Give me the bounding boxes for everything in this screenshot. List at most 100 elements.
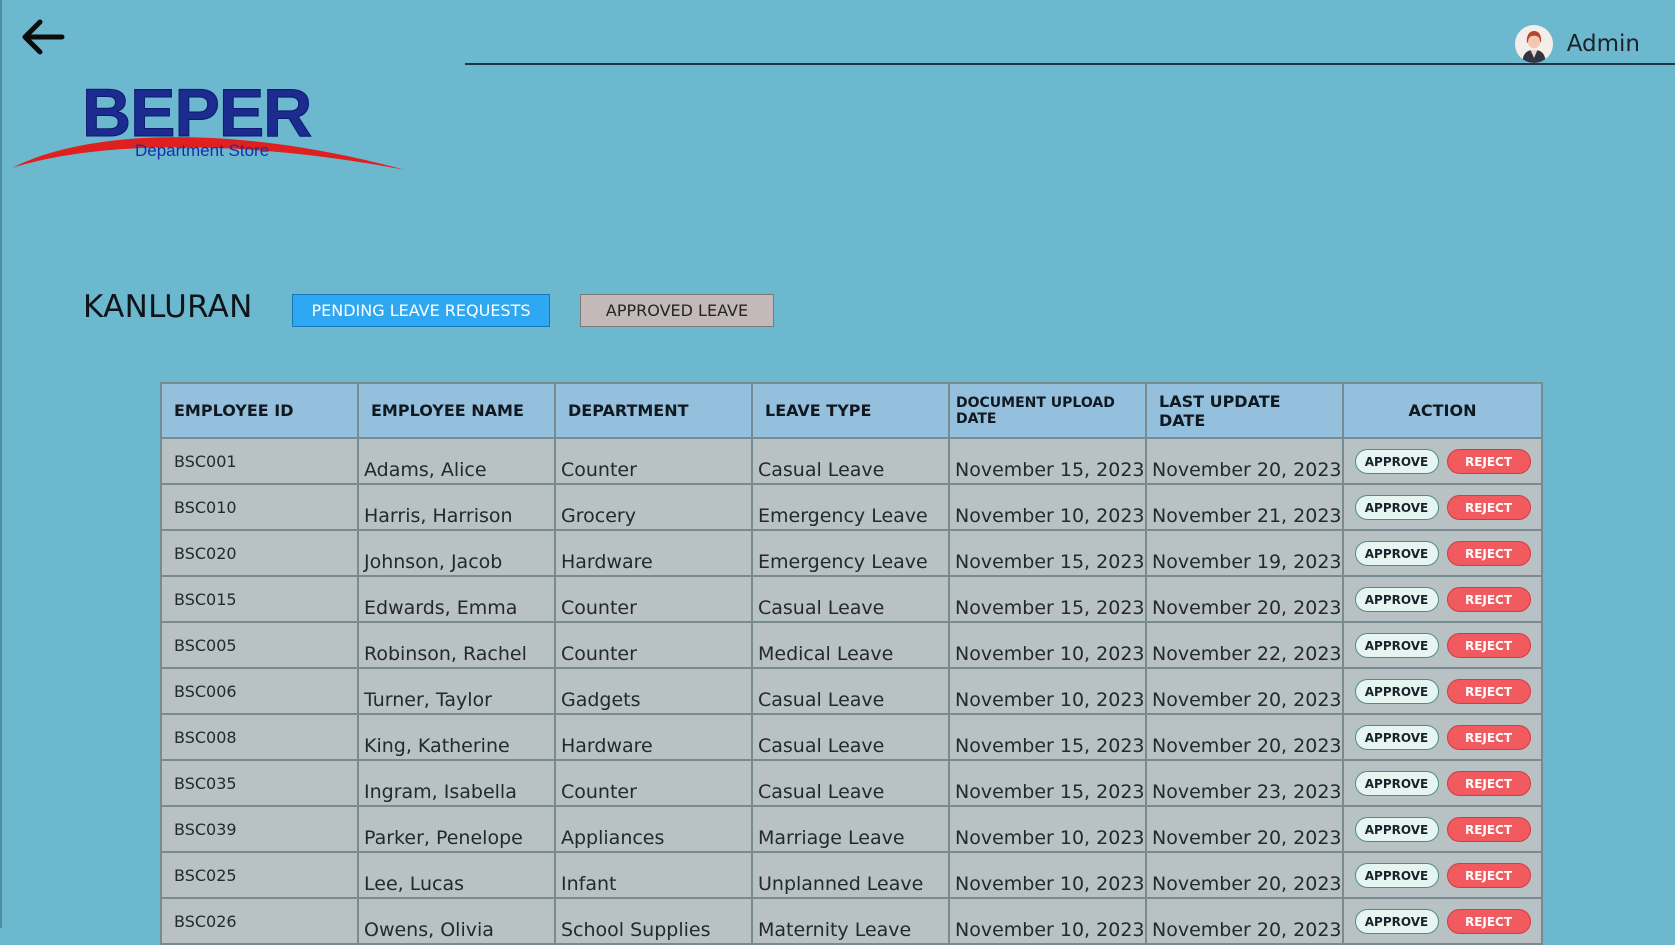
- department-cell: Counter: [554, 621, 753, 669]
- approve-button[interactable]: APPROVE: [1354, 770, 1439, 796]
- table-row: BSC001 Adams, Alice Counter Casual Leave…: [160, 437, 1543, 485]
- action-cell: APPROVE REJECT: [1342, 575, 1543, 623]
- department-cell: School Supplies: [554, 897, 753, 945]
- employee-id-cell: BSC039: [160, 805, 359, 853]
- department-cell: Grocery: [554, 483, 753, 531]
- upload-date-cell: November 10, 2023: [948, 805, 1147, 853]
- employee-name-cell: Adams, Alice: [357, 437, 556, 485]
- action-cell: APPROVE REJECT: [1342, 759, 1543, 807]
- tab-approved-leave[interactable]: APPROVED LEAVE: [580, 294, 774, 327]
- employee-name-cell: Edwards, Emma: [357, 575, 556, 623]
- reject-button[interactable]: REJECT: [1446, 678, 1531, 704]
- reject-button[interactable]: REJECT: [1446, 862, 1531, 888]
- approve-button[interactable]: APPROVE: [1354, 632, 1439, 658]
- leave-type-cell: Casual Leave: [751, 667, 950, 715]
- employee-name-cell: Turner, Taylor: [357, 667, 556, 715]
- table-row: BSC039 Parker, Penelope Appliances Marri…: [160, 805, 1543, 853]
- table-header-row: EMPLOYEE ID EMPLOYEE NAME DEPARTMENT LEA…: [160, 382, 1543, 439]
- upload-date-cell: November 15, 2023: [948, 575, 1147, 623]
- reject-button[interactable]: REJECT: [1446, 770, 1531, 796]
- user-menu[interactable]: Admin: [1514, 24, 1640, 64]
- table-row: BSC015 Edwards, Emma Counter Casual Leav…: [160, 575, 1543, 623]
- header-document-upload-date: DOCUMENT UPLOAD DATE: [948, 382, 1147, 439]
- reject-button[interactable]: REJECT: [1446, 816, 1531, 842]
- header-last-update-date: LAST UPDATE DATE: [1145, 382, 1344, 439]
- upload-date-cell: November 15, 2023: [948, 437, 1147, 485]
- reject-button[interactable]: REJECT: [1446, 724, 1531, 750]
- last-update-cell: November 20, 2023: [1145, 575, 1344, 623]
- header-divider: [465, 63, 1675, 65]
- leave-type-cell: Medical Leave: [751, 621, 950, 669]
- employee-id-cell: BSC010: [160, 483, 359, 531]
- last-update-cell: November 20, 2023: [1145, 667, 1344, 715]
- upload-date-cell: November 15, 2023: [948, 759, 1147, 807]
- last-update-cell: November 19, 2023: [1145, 529, 1344, 577]
- reject-button[interactable]: REJECT: [1446, 448, 1531, 474]
- upload-date-cell: November 15, 2023: [948, 713, 1147, 761]
- leave-type-cell: Casual Leave: [751, 713, 950, 761]
- employee-id-cell: BSC008: [160, 713, 359, 761]
- employee-id-cell: BSC006: [160, 667, 359, 715]
- leave-type-cell: Casual Leave: [751, 437, 950, 485]
- employee-id-cell: BSC001: [160, 437, 359, 485]
- approve-button[interactable]: APPROVE: [1354, 724, 1439, 750]
- header-action: ACTION: [1342, 382, 1543, 439]
- last-update-cell: November 20, 2023: [1145, 437, 1344, 485]
- header-leave-type: LEAVE TYPE: [751, 382, 950, 439]
- reject-button[interactable]: REJECT: [1446, 540, 1531, 566]
- action-cell: APPROVE REJECT: [1342, 851, 1543, 899]
- table-row: BSC005 Robinson, Rachel Counter Medical …: [160, 621, 1543, 669]
- action-cell: APPROVE REJECT: [1342, 667, 1543, 715]
- employee-id-cell: BSC026: [160, 897, 359, 945]
- table-row: BSC035 Ingram, Isabella Counter Casual L…: [160, 759, 1543, 807]
- back-button[interactable]: [18, 14, 68, 60]
- department-cell: Counter: [554, 437, 753, 485]
- tab-pending-leave-requests[interactable]: PENDING LEAVE REQUESTS: [292, 294, 550, 327]
- employee-name-cell: Harris, Harrison: [357, 483, 556, 531]
- upload-date-cell: November 10, 2023: [948, 851, 1147, 899]
- action-cell: APPROVE REJECT: [1342, 483, 1543, 531]
- approve-button[interactable]: APPROVE: [1354, 908, 1439, 934]
- approve-button[interactable]: APPROVE: [1354, 494, 1439, 520]
- employee-name-cell: Owens, Olivia: [357, 897, 556, 945]
- last-update-cell: November 21, 2023: [1145, 483, 1344, 531]
- reject-button[interactable]: REJECT: [1446, 586, 1531, 612]
- approve-button[interactable]: APPROVE: [1354, 678, 1439, 704]
- approve-button[interactable]: APPROVE: [1354, 540, 1439, 566]
- last-update-cell: November 20, 2023: [1145, 805, 1344, 853]
- last-update-cell: November 20, 2023: [1145, 713, 1344, 761]
- branch-title: KANLURAN: [83, 289, 253, 325]
- approve-button[interactable]: APPROVE: [1354, 448, 1439, 474]
- upload-date-cell: November 10, 2023: [948, 897, 1147, 945]
- back-arrow-icon: [22, 19, 65, 55]
- employee-id-cell: BSC025: [160, 851, 359, 899]
- action-cell: APPROVE REJECT: [1342, 713, 1543, 761]
- employee-id-cell: BSC035: [160, 759, 359, 807]
- approve-button[interactable]: APPROVE: [1354, 862, 1439, 888]
- employee-name-cell: Lee, Lucas: [357, 851, 556, 899]
- employee-id-cell: BSC020: [160, 529, 359, 577]
- department-cell: Gadgets: [554, 667, 753, 715]
- department-cell: Counter: [554, 575, 753, 623]
- reject-button[interactable]: REJECT: [1446, 908, 1531, 934]
- last-update-cell: November 20, 2023: [1145, 851, 1344, 899]
- action-cell: APPROVE REJECT: [1342, 529, 1543, 577]
- approve-button[interactable]: APPROVE: [1354, 586, 1439, 612]
- department-cell: Appliances: [554, 805, 753, 853]
- table-row: BSC026 Owens, Olivia School Supplies Mat…: [160, 897, 1543, 945]
- employee-id-cell: BSC015: [160, 575, 359, 623]
- action-cell: APPROVE REJECT: [1342, 437, 1543, 485]
- employee-name-cell: Ingram, Isabella: [357, 759, 556, 807]
- action-cell: APPROVE REJECT: [1342, 621, 1543, 669]
- upload-date-cell: November 10, 2023: [948, 621, 1147, 669]
- action-cell: APPROVE REJECT: [1342, 897, 1543, 945]
- department-cell: Infant: [554, 851, 753, 899]
- reject-button[interactable]: REJECT: [1446, 494, 1531, 520]
- last-update-cell: November 20, 2023: [1145, 897, 1344, 945]
- department-cell: Hardware: [554, 529, 753, 577]
- reject-button[interactable]: REJECT: [1446, 632, 1531, 658]
- leave-type-cell: Casual Leave: [751, 759, 950, 807]
- upload-date-cell: November 10, 2023: [948, 667, 1147, 715]
- employee-name-cell: Robinson, Rachel: [357, 621, 556, 669]
- approve-button[interactable]: APPROVE: [1354, 816, 1439, 842]
